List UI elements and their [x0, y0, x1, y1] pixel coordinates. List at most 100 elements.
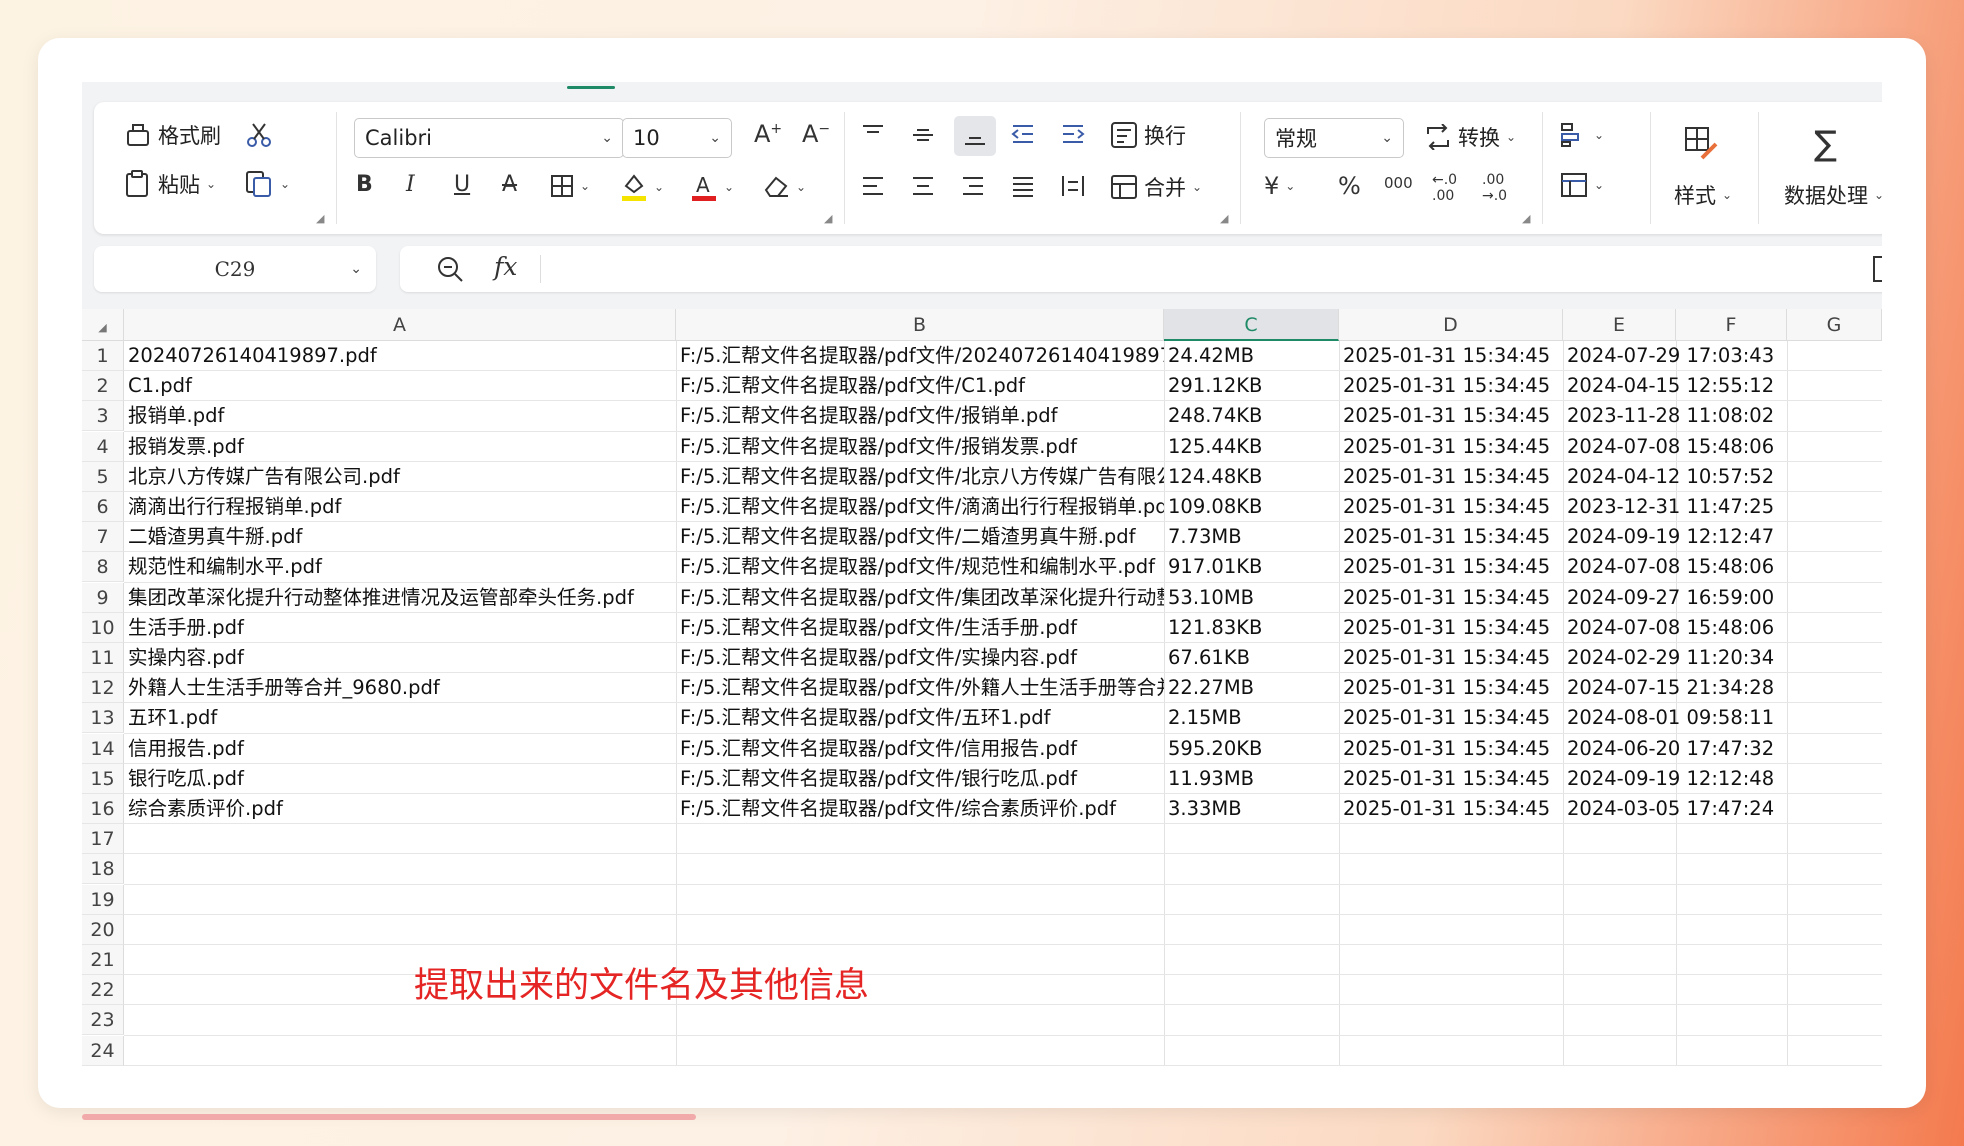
- cell-c[interactable]: 291.12KB: [1164, 371, 1339, 401]
- cell-e[interactable]: 2024-09-19 12:12:47: [1563, 522, 1787, 552]
- align-left-button[interactable]: [860, 174, 886, 198]
- cell-e[interactable]: 2023-11-28 11:08:02: [1563, 401, 1787, 431]
- underline-button[interactable]: U: [454, 172, 470, 197]
- row-header[interactable]: 17: [82, 824, 124, 855]
- cell-d[interactable]: 2025-01-31 15:34:45: [1339, 462, 1563, 492]
- cell-e[interactable]: 2023-12-31 11:47:25: [1563, 492, 1787, 522]
- sum-icon-wrap[interactable]: ∑: [1814, 124, 1837, 164]
- decrease-indent-button[interactable]: [1010, 122, 1036, 146]
- increase-font-button[interactable]: A+: [754, 120, 782, 148]
- dialog-launcher-icon[interactable]: ◢: [1220, 212, 1228, 225]
- cell-d[interactable]: 2025-01-31 15:34:45: [1339, 401, 1563, 431]
- fill-color-button[interactable]: ⌄: [620, 172, 664, 202]
- column-header-f[interactable]: F: [1676, 309, 1787, 341]
- cell-e[interactable]: 2024-06-20 17:47:32: [1563, 734, 1787, 764]
- expand-formula-button[interactable]: [1870, 254, 1882, 284]
- horizontal-scrollbar[interactable]: [82, 1114, 696, 1120]
- clear-format-button[interactable]: ⌄: [762, 174, 806, 200]
- cell-e[interactable]: 2024-07-08 15:48:06: [1563, 552, 1787, 582]
- table-format-button[interactable]: ⌄: [1560, 172, 1604, 198]
- cut-button[interactable]: [244, 120, 274, 150]
- row-header[interactable]: 20: [82, 914, 124, 945]
- row-header[interactable]: 2: [82, 371, 124, 402]
- cell-d[interactable]: 2025-01-31 15:34:45: [1339, 522, 1563, 552]
- merge-button[interactable]: 合并 ⌄: [1110, 172, 1202, 202]
- name-box[interactable]: C29 ⌄: [94, 246, 376, 292]
- cell-b[interactable]: F:/5.汇帮文件名提取器/pdf文件/北京八方传媒广告有限公司.pdf: [676, 462, 1164, 492]
- cell-e[interactable]: 2024-07-15 21:34:28: [1563, 673, 1787, 703]
- cell-e[interactable]: 2024-07-08 15:48:06: [1563, 432, 1787, 462]
- cell-b[interactable]: F:/5.汇帮文件名提取器/pdf文件/C1.pdf: [676, 371, 1164, 401]
- column-header-a[interactable]: A: [124, 309, 676, 341]
- align-right-button[interactable]: [960, 174, 986, 198]
- cell-b[interactable]: F:/5.汇帮文件名提取器/pdf文件/综合素质评价.pdf: [676, 794, 1164, 824]
- wrap-text-button[interactable]: 换行: [1110, 120, 1186, 150]
- cell-d[interactable]: 2025-01-31 15:34:45: [1339, 552, 1563, 582]
- cell-d[interactable]: 2025-01-31 15:34:45: [1339, 643, 1563, 673]
- decrease-font-button[interactable]: A−: [802, 120, 830, 148]
- cell-a[interactable]: C1.pdf: [124, 371, 676, 401]
- paste-button[interactable]: 粘贴 ⌄: [124, 169, 216, 199]
- row-header[interactable]: 7: [82, 522, 124, 553]
- row-header[interactable]: 4: [82, 431, 124, 462]
- align-top-button[interactable]: [860, 122, 886, 146]
- cell-b[interactable]: F:/5.汇帮文件名提取器/pdf文件/规范性和编制水平.pdf: [676, 552, 1164, 582]
- cell-b[interactable]: F:/5.汇帮文件名提取器/pdf文件/银行吃瓜.pdf: [676, 764, 1164, 794]
- column-header-c[interactable]: C: [1164, 309, 1339, 341]
- row-header[interactable]: 10: [82, 612, 124, 643]
- cell-e[interactable]: 2024-04-12 10:57:52: [1563, 462, 1787, 492]
- column-header-g[interactable]: G: [1787, 309, 1882, 341]
- cell-d[interactable]: 2025-01-31 15:34:45: [1339, 432, 1563, 462]
- percent-format-button[interactable]: %: [1338, 172, 1361, 200]
- increase-decimal-button[interactable]: ←.0.00: [1432, 172, 1457, 204]
- cell-b[interactable]: F:/5.汇帮文件名提取器/pdf文件/外籍人士生活手册等合并_9680.pdf: [676, 673, 1164, 703]
- cell-d[interactable]: 2025-01-31 15:34:45: [1339, 794, 1563, 824]
- copy-button[interactable]: ⌄: [244, 169, 290, 199]
- cell-c[interactable]: 53.10MB: [1164, 583, 1339, 613]
- cell-a[interactable]: 北京八方传媒广告有限公司.pdf: [124, 462, 676, 492]
- cell-b[interactable]: F:/5.汇帮文件名提取器/pdf文件/实操内容.pdf: [676, 643, 1164, 673]
- cell-c[interactable]: 248.74KB: [1164, 401, 1339, 431]
- cell-d[interactable]: 2025-01-31 15:34:45: [1339, 734, 1563, 764]
- cell-b[interactable]: F:/5.汇帮文件名提取器/pdf文件/信用报告.pdf: [676, 734, 1164, 764]
- insert-function-button[interactable]: fx: [494, 252, 517, 281]
- cell-a[interactable]: 报销单.pdf: [124, 401, 676, 431]
- cell-a[interactable]: 集团改革深化提升行动整体推进情况及运管部牵头任务.pdf: [124, 583, 676, 613]
- cell-d[interactable]: 2025-01-31 15:34:45: [1339, 492, 1563, 522]
- row-header[interactable]: 18: [82, 854, 124, 885]
- cell-a[interactable]: 规范性和编制水平.pdf: [124, 552, 676, 582]
- row-header[interactable]: 13: [82, 703, 124, 734]
- cell-a[interactable]: 银行吃瓜.pdf: [124, 764, 676, 794]
- increase-indent-button[interactable]: [1060, 122, 1086, 146]
- align-bottom-button[interactable]: [954, 116, 996, 156]
- dialog-launcher-icon[interactable]: ◢: [824, 212, 832, 225]
- row-header[interactable]: 23: [82, 1005, 124, 1036]
- row-header[interactable]: 6: [82, 492, 124, 522]
- cell-a[interactable]: 滴滴出行行程报销单.pdf: [124, 492, 676, 522]
- formula-input[interactable]: [550, 256, 1840, 282]
- cell-e[interactable]: 2024-04-15 12:55:12: [1563, 371, 1787, 401]
- formula-bar[interactable]: fx: [400, 246, 1882, 292]
- row-header[interactable]: 9: [82, 582, 124, 613]
- convert-button[interactable]: 转换 ⌄: [1424, 122, 1516, 152]
- cell-c[interactable]: 67.61KB: [1164, 643, 1339, 673]
- dialog-launcher-icon[interactable]: ◢: [1522, 212, 1530, 225]
- cell-c[interactable]: 124.48KB: [1164, 462, 1339, 492]
- cell-c[interactable]: 121.83KB: [1164, 613, 1339, 643]
- cell-a[interactable]: 实操内容.pdf: [124, 643, 676, 673]
- row-header[interactable]: 8: [82, 552, 124, 583]
- column-header-b[interactable]: B: [676, 309, 1164, 341]
- spreadsheet-grid[interactable]: ◢ A B C D E F G 1 2 3 4 5 6 7 8 9 10 11 12 13 14 15 16 17 18 19 20…: [82, 309, 1882, 1066]
- cell-c[interactable]: 11.93MB: [1164, 764, 1339, 794]
- justify-button[interactable]: [1010, 174, 1036, 198]
- currency-format-button[interactable]: ¥ ⌄: [1264, 172, 1295, 200]
- cell-a[interactable]: 综合素质评价.pdf: [124, 794, 676, 824]
- cell-c[interactable]: 595.20KB: [1164, 734, 1339, 764]
- cell-a[interactable]: 报销发票.pdf: [124, 432, 676, 462]
- row-header[interactable]: 21: [82, 945, 124, 975]
- number-format-dropdown[interactable]: 常规 ⌄: [1264, 118, 1404, 158]
- cell-b[interactable]: F:/5.汇帮文件名提取器/pdf文件/生活手册.pdf: [676, 613, 1164, 643]
- row-header[interactable]: 16: [82, 794, 124, 824]
- column-header-d[interactable]: D: [1339, 309, 1563, 341]
- cell-a[interactable]: 信用报告.pdf: [124, 734, 676, 764]
